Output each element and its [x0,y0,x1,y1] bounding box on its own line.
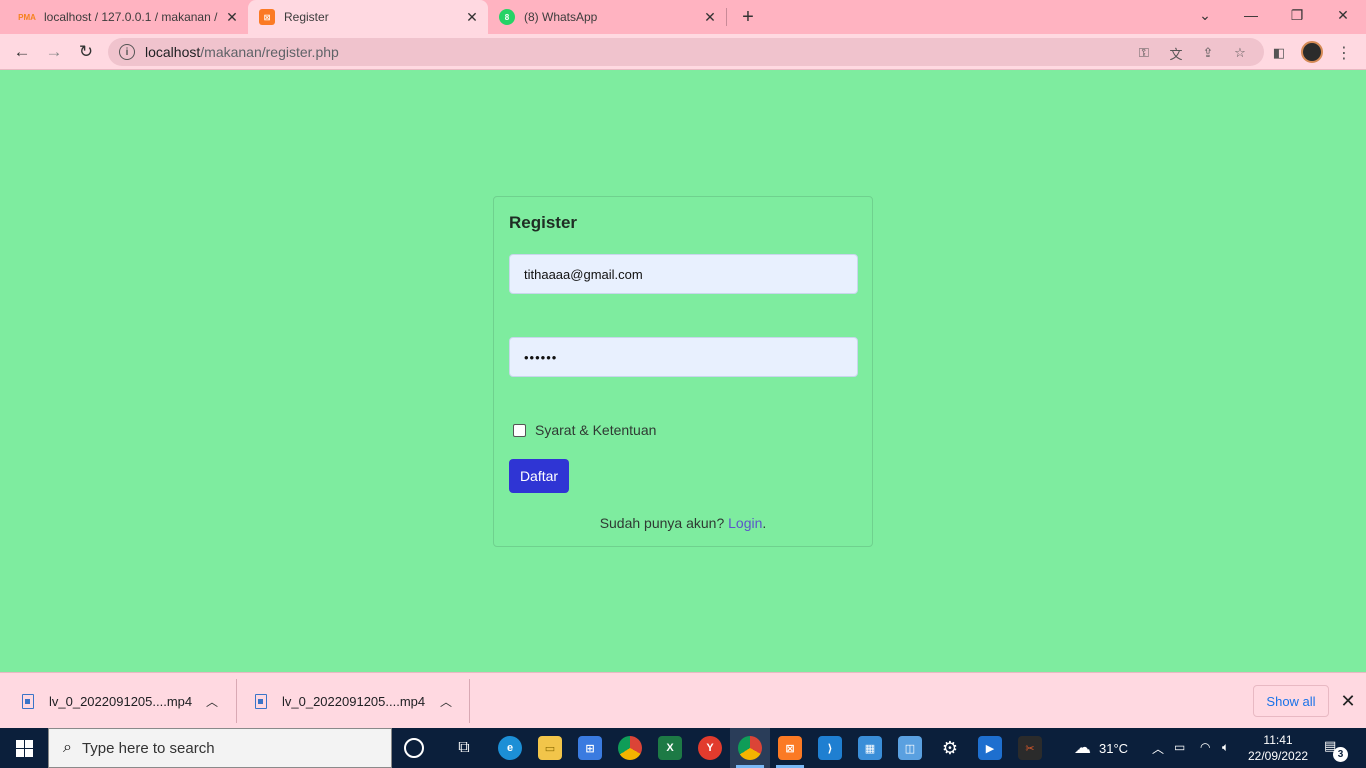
file-explorer-icon[interactable]: ▭ [538,736,562,760]
download-divider [236,679,237,723]
volume-icon[interactable]: 🔈︎ [1222,740,1229,755]
close-window-icon[interactable]: ✕ [1320,0,1366,30]
tab-strip: PMA localhost / 127.0.0.1 / makanan / ✕ … [0,0,1366,34]
tab-title: localhost / 127.0.0.1 / makanan / [44,10,218,24]
login-prompt: Sudah punya akun? Login. [494,515,872,531]
register-button[interactable]: Daftar [509,459,569,493]
close-tab-icon[interactable]: ✕ [222,9,242,26]
clock-date: 22/09/2022 [1248,749,1309,763]
password-field[interactable]: •••••• [509,337,858,377]
download-divider [469,679,470,723]
tab-phpmyadmin[interactable]: PMA localhost / 127.0.0.1 / makanan / ✕ [0,0,248,34]
share-icon[interactable]: ⇪ [1199,44,1217,62]
xampp-icon[interactable]: ⊠ [778,736,802,760]
taskbar-search[interactable]: ⌕ Type here to search [48,728,392,768]
phpmyadmin-icon: PMA [18,12,36,22]
cloud-icon: ☁ [1074,738,1091,757]
video-file-icon [255,693,267,709]
control-panel-icon[interactable]: ▦ [858,736,882,760]
battery-icon[interactable]: ▭ [1174,740,1185,754]
settings-gear-icon[interactable]: ⚙ [938,736,962,760]
key-icon[interactable]: ⚿ [1135,44,1153,62]
translate-icon[interactable]: 文 [1167,44,1185,62]
back-icon[interactable]: ← [8,38,36,66]
download-item[interactable]: lv_0_2022091205....mp4 [22,673,192,729]
chrome-icon[interactable] [738,736,762,760]
show-all-button[interactable]: Show all [1253,685,1329,717]
download-bar: lv_0_2022091205....mp4 ︿ lv_0_2022091205… [0,672,1366,728]
media-player-icon[interactable]: ▶ [978,736,1002,760]
clock[interactable]: 11:41 22/09/2022 [1248,732,1308,764]
url-host: localhost [145,44,201,60]
network-tool-icon[interactable]: ◫ [898,736,922,760]
tab-search-icon[interactable]: ⌄ [1182,0,1228,30]
tray-expand-icon[interactable]: ︿ [1152,740,1164,757]
terms-row: Syarat & Ketentuan [513,422,656,438]
clock-time: 11:41 [1263,733,1293,747]
close-tab-icon[interactable]: ✕ [700,9,720,26]
download-item[interactable]: lv_0_2022091205....mp4 [255,673,425,729]
excel-icon[interactable]: X [658,736,682,760]
weather-temp: 31°C [1099,740,1129,756]
wifi-icon[interactable]: ◠ [1200,740,1210,754]
bookmark-star-icon[interactable]: ☆ [1231,44,1249,62]
task-view-icon[interactable]: ⧉ [452,736,476,760]
side-panel-icon[interactable]: ◧ [1270,44,1288,62]
edge-icon[interactable]: e [498,736,522,760]
forward-icon[interactable]: → [40,38,68,66]
windows-taskbar: ⌕ Type here to search ⧉ e ▭ ⊞ X Y ⊠ ⟩ ▦ … [0,728,1366,768]
reload-icon[interactable]: ↻ [72,38,100,66]
search-placeholder: Type here to search [81,739,215,757]
terms-checkbox[interactable] [513,423,526,437]
download-filename: lv_0_2022091205....mp4 [49,693,193,709]
profile-avatar[interactable] [1301,41,1323,63]
menu-kebab-icon[interactable]: ⋮ [1335,44,1353,62]
chevron-up-icon[interactable]: ︿ [440,693,452,710]
video-file-icon [22,693,34,709]
terms-label: Syarat & Ketentuan [535,422,657,438]
snipping-tool-icon[interactable]: ✂ [1018,736,1042,760]
vscode-icon[interactable]: ⟩ [818,736,842,760]
address-bar[interactable]: i localhost/makanan/register.php [108,38,1264,66]
url-path: /makanan/register.php [200,44,339,60]
email-field[interactable]: tithaaaa@gmail.com [509,254,858,294]
start-button[interactable] [0,728,48,768]
close-icon[interactable]: ✕ [1338,691,1358,711]
register-card: Register tithaaaa@gmail.com •••••• Syara… [493,196,873,547]
chrome-icon[interactable] [618,736,642,760]
xampp-icon: ⊠ [259,9,275,25]
tab-title: Register [284,10,329,24]
whatsapp-icon: 8 [499,9,515,25]
url-text: localhost/makanan/register.php [145,44,339,60]
site-info-icon[interactable]: i [119,44,135,60]
login-prompt-suffix: . [762,515,767,531]
tab-title: (8) WhatsApp [524,10,598,24]
cortana-icon[interactable] [404,738,424,758]
notification-badge: 3 [1333,747,1348,762]
minimize-icon[interactable]: — [1228,0,1274,30]
store-icon[interactable]: ⊞ [578,736,602,760]
new-tab-icon[interactable]: + [736,4,760,30]
weather-widget[interactable]: ☁ 31°C [1074,728,1128,768]
chevron-up-icon[interactable]: ︿ [206,693,218,710]
page-title: Register [509,213,578,232]
yandex-icon[interactable]: Y [698,736,722,760]
windows-logo-icon [15,739,33,757]
download-filename: lv_0_2022091205....mp4 [282,693,426,709]
login-link[interactable]: Login [728,515,762,531]
search-icon: ⌕ [63,739,72,756]
tab-whatsapp[interactable]: 8 (8) WhatsApp ✕ [488,0,726,34]
restore-icon[interactable]: ❐ [1274,0,1320,30]
tab-divider [726,8,727,26]
login-prompt-text: Sudah punya akun? [599,515,725,531]
tab-register[interactable]: ⊠ Register ✕ [248,0,488,34]
close-tab-icon[interactable]: ✕ [462,9,482,26]
